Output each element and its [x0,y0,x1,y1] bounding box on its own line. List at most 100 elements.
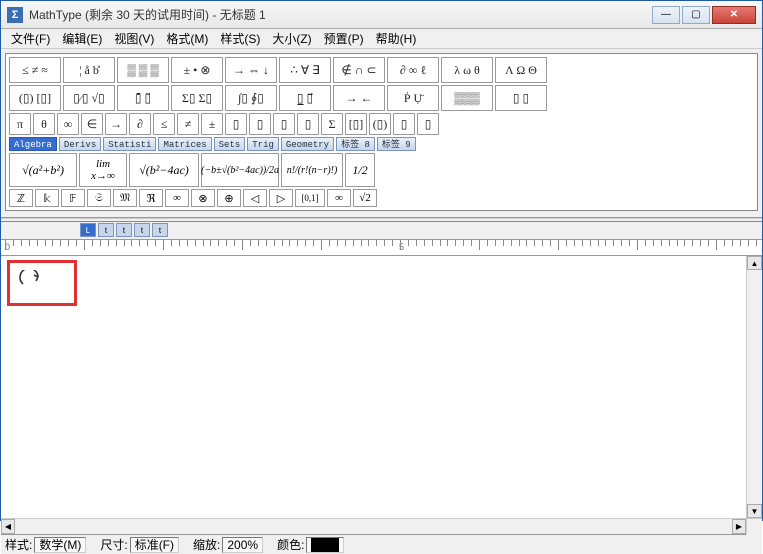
tmpl-limit[interactable]: lim x→∞ [79,153,127,187]
scroll-down-icon[interactable]: ▼ [747,504,762,518]
fav-sigma[interactable]: Σ [321,113,343,135]
status-size-value[interactable]: 标准(F) [130,537,179,553]
bb-f[interactable]: 𝔽 [61,189,85,207]
tab-matrices[interactable]: Matrices [158,137,211,151]
bb-triangle-right[interactable]: ▷ [269,189,293,207]
sym-misc[interactable]: ∂ ∞ ℓ [387,57,439,83]
tmpl-labeled-arrow[interactable]: → ← [333,85,385,111]
tab-8[interactable]: 标签 8 [336,137,375,151]
tab-algebra[interactable]: Algebra [9,137,57,151]
fav-in[interactable]: ∈ [81,113,103,135]
fav-box5[interactable]: ▯ [393,113,415,135]
status-color-swatch[interactable] [306,537,344,553]
tmpl-half[interactable]: 1/2 [345,153,375,187]
fav-leq[interactable]: ≤ [153,113,175,135]
tmpl-binomial[interactable]: n!/(r!(n−r)!) [281,153,343,187]
vertical-scrollbar[interactable]: ▲ ▼ [746,256,762,518]
bb-triangle-left[interactable]: ◁ [243,189,267,207]
sym-logical[interactable]: ∴ ∀ ∃ [279,57,331,83]
tab-trig[interactable]: Trig [247,137,279,151]
ruler[interactable]: 0 5 [1,240,762,256]
close-button[interactable]: ✕ [712,6,756,24]
sym-greek-upper[interactable]: Λ Ω Θ [495,57,547,83]
tmpl-frac-radical[interactable]: ▯⁄▯ √▯ [63,85,115,111]
fav-paren[interactable]: (▯) [369,113,391,135]
scroll-right-icon[interactable]: ▶ [732,519,746,534]
menu-style[interactable]: 样式(S) [214,29,266,48]
tmpl-overbar[interactable]: ▯̲ ▯⃗ [279,85,331,111]
horizontal-scrollbar[interactable]: ◀ ▶ [1,519,746,534]
scroll-left-icon[interactable]: ◀ [1,519,15,534]
fav-bracket[interactable]: [▯] [345,113,367,135]
tab-derivs[interactable]: Derivs [59,137,101,151]
tmpl-box[interactable]: ▯ ▯ [495,85,547,111]
vscroll-track[interactable] [747,270,762,504]
tmpl-quadratic[interactable]: (−b±√(b²−4ac))/2a [201,153,279,187]
bb-interval[interactable]: [0,1] [295,189,325,207]
size-3[interactable]: t [134,223,150,237]
fav-box1[interactable]: ▯ [225,113,247,135]
tab-statistics[interactable]: Statisti [103,137,156,151]
equation-editor[interactable] [1,256,746,518]
tmpl-matrix[interactable]: ▒▒▒ [441,85,493,111]
bb-otimes[interactable]: ⊗ [191,189,215,207]
scroll-up-icon[interactable]: ▲ [747,256,762,270]
status-style-value[interactable]: 数学(M) [34,537,86,553]
tab-9[interactable]: 标签 9 [377,137,416,151]
tmpl-products[interactable]: Ṗ Ụ̈ [387,85,439,111]
bb-m[interactable]: 𝔐 [113,189,137,207]
bb-z[interactable]: ℤ [9,189,33,207]
bb-r[interactable]: ℜ [139,189,163,207]
bb-oplus[interactable]: ⊕ [217,189,241,207]
menu-help[interactable]: 帮助(H) [370,29,423,48]
fav-theta[interactable]: θ [33,113,55,135]
title-bar: Σ MathType (剩余 30 天的试用时间) - 无标题 1 — ▢ ✕ [1,1,762,29]
sym-spaces[interactable]: ¦ å b̊ [63,57,115,83]
size-large[interactable]: L [80,223,96,237]
menu-file[interactable]: 文件(F) [5,29,56,48]
menu-size[interactable]: 大小(Z) [266,29,317,48]
resize-grip[interactable] [746,519,762,535]
tmpl-sqrt-sum-squares[interactable]: √(a²+b²) [9,153,77,187]
bb-k[interactable]: 𝕜 [35,189,59,207]
tmpl-discriminant[interactable]: √(b²−4ac) [129,153,199,187]
size-1[interactable]: t [98,223,114,237]
menu-view[interactable]: 视图(V) [108,29,160,48]
fav-to[interactable]: → [105,113,127,135]
sym-set[interactable]: ∉ ∩ ⊂ [333,57,385,83]
fav-neq[interactable]: ≠ [177,113,199,135]
fav-pi[interactable]: π [9,113,31,135]
sym-greek-lower[interactable]: λ ω θ [441,57,493,83]
sym-relations[interactable]: ≤ ≠ ≈ [9,57,61,83]
editor-area: ▲ ▼ [1,256,762,518]
bb-infty2[interactable]: ∞ [327,189,351,207]
sym-arrows[interactable]: → ⇔ ↓ [225,57,277,83]
sym-operators[interactable]: ± • ⊗ [171,57,223,83]
fav-box3[interactable]: ▯ [273,113,295,135]
menu-format[interactable]: 格式(M) [160,29,214,48]
tab-geometry[interactable]: Geometry [281,137,334,151]
sym-embellish[interactable]: ▒ ▒ ▒ [117,57,169,83]
status-zoom-value[interactable]: 200% [222,537,263,553]
fav-box4[interactable]: ▯ [297,113,319,135]
bb-sqrt2[interactable]: √2 [353,189,377,207]
fav-partial[interactable]: ∂ [129,113,151,135]
minimize-button[interactable]: — [652,6,680,24]
tmpl-summation[interactable]: Σ▯ Σ▯ [171,85,223,111]
hscroll-track[interactable] [15,519,732,534]
bb-s[interactable]: 𝔖 [87,189,111,207]
maximize-button[interactable]: ▢ [682,6,710,24]
menu-edit[interactable]: 编辑(E) [56,29,108,48]
menu-preferences[interactable]: 预置(P) [318,29,370,48]
tmpl-fences[interactable]: (▯) [▯] [9,85,61,111]
bb-infty[interactable]: ∞ [165,189,189,207]
fav-infty[interactable]: ∞ [57,113,79,135]
tmpl-sub-sup[interactable]: ▯̄ ▯̈ [117,85,169,111]
fav-box6[interactable]: ▯ [417,113,439,135]
fav-pm[interactable]: ± [201,113,223,135]
tab-sets[interactable]: Sets [214,137,246,151]
size-2[interactable]: t [116,223,132,237]
size-4[interactable]: t [152,223,168,237]
tmpl-integral[interactable]: ∫▯ ∮▯ [225,85,277,111]
fav-box2[interactable]: ▯ [249,113,271,135]
